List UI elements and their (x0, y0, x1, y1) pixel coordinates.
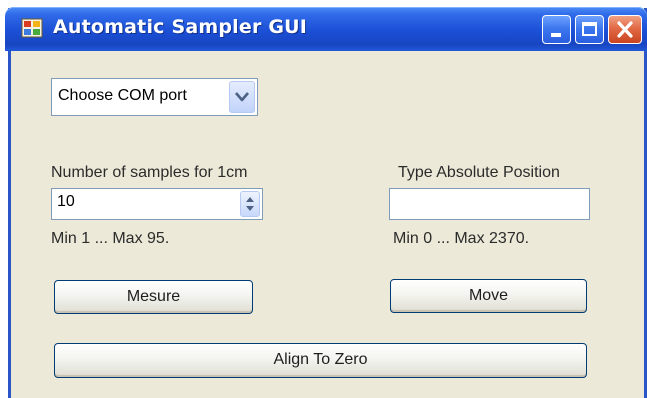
com-port-selected-value: Choose COM port (58, 87, 187, 104)
com-port-dropdown[interactable]: Choose COM port (51, 78, 258, 116)
title-bar[interactable]: Automatic Sampler GUI (5, 7, 647, 51)
move-button[interactable]: Move (390, 279, 587, 313)
samples-stepper[interactable]: 10 (51, 188, 263, 220)
position-range-hint: Min 0 ... Max 2370. (393, 230, 530, 247)
close-button[interactable] (608, 15, 642, 44)
samples-label: Number of samples for 1cm (51, 164, 248, 181)
app-window-icon (21, 18, 43, 38)
move-button-label: Move (468, 287, 509, 304)
align-to-zero-button[interactable]: Align To Zero (54, 343, 587, 378)
samples-value: 10 (57, 193, 75, 210)
mesure-button-label: Mesure (126, 288, 181, 305)
samples-spinner[interactable] (240, 191, 260, 217)
chevron-down-icon (235, 92, 249, 102)
align-to-zero-button-label: Align To Zero (273, 351, 368, 368)
samples-range-hint: Min 1 ... Max 95. (51, 230, 170, 247)
minimize-button[interactable] (542, 15, 571, 44)
mesure-button[interactable]: Mesure (54, 280, 253, 314)
maximize-button[interactable] (575, 15, 604, 44)
close-icon (617, 21, 633, 38)
absolute-position-input[interactable] (389, 188, 590, 220)
position-label: Type Absolute Position (398, 164, 560, 181)
dropdown-button[interactable] (229, 81, 255, 113)
maximize-icon (582, 22, 597, 36)
window-title: Automatic Sampler GUI (53, 16, 308, 38)
up-down-spinner-icon (246, 197, 254, 211)
minimize-icon (551, 33, 561, 37)
